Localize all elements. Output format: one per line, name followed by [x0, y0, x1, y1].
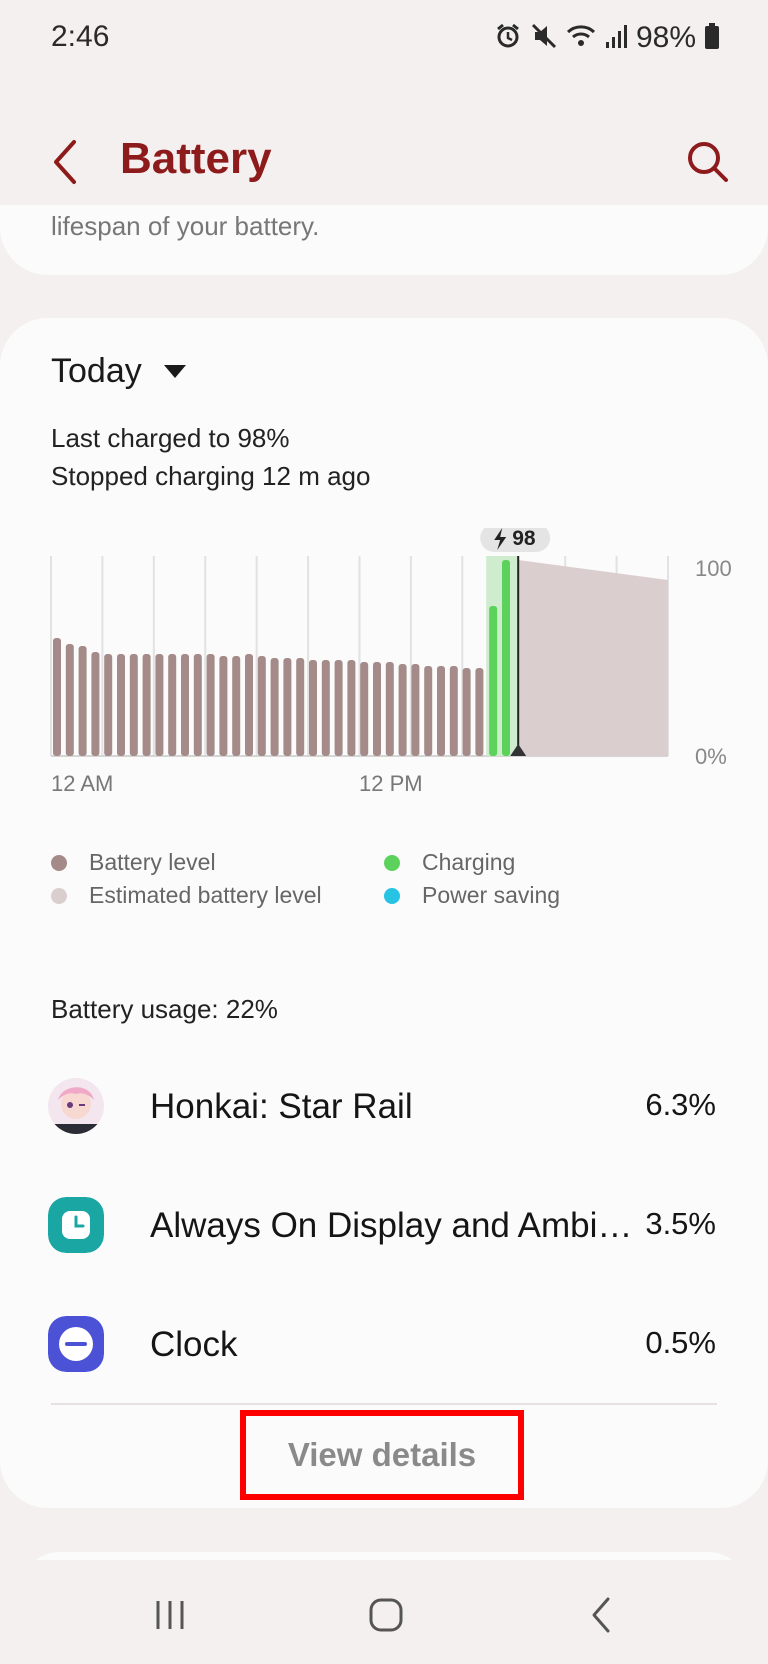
- battery-level-bar: [283, 658, 292, 756]
- recents-icon[interactable]: [140, 1590, 200, 1640]
- clock-icon: [48, 1316, 104, 1372]
- back-icon[interactable]: [572, 1590, 632, 1640]
- battery-level-bar: [347, 660, 356, 756]
- battery-level-bar: [91, 652, 100, 756]
- view-details-button[interactable]: View details: [240, 1410, 524, 1500]
- battery-level-bar: [53, 638, 61, 756]
- page-title: Battery: [120, 134, 272, 183]
- legend-label: Estimated battery level: [89, 882, 322, 908]
- period-dropdown[interactable]: Today: [51, 352, 186, 391]
- battery-level-bar: [155, 654, 164, 756]
- battery-level-bar: [129, 654, 138, 756]
- battery-level-bar: [424, 666, 433, 756]
- wifi-icon: [566, 22, 596, 55]
- battery-level-bar: [437, 666, 445, 756]
- battery-level-bar: [193, 654, 202, 756]
- period-label: Today: [51, 352, 142, 390]
- legend-left: Battery level Estimated battery level: [51, 846, 322, 912]
- battery-level-bar: [334, 660, 343, 756]
- mute-icon: [530, 22, 558, 55]
- battery-level-bar: [462, 668, 471, 756]
- status-time: 2:46: [51, 20, 110, 53]
- legend-dot-estimated: [51, 887, 67, 904]
- battery-level-bar: [104, 654, 113, 756]
- battery-icon: [704, 22, 720, 55]
- battery-level-bar: [206, 654, 215, 756]
- honkai-star-rail-icon: [48, 1078, 104, 1134]
- x-axis-mid-label: 12 PM: [359, 771, 423, 796]
- status-bar: 2:46 98%: [0, 0, 768, 80]
- legend-item-power-saving: Power saving: [384, 879, 560, 912]
- battery-level-bar: [270, 658, 279, 756]
- app-name: Clock: [150, 1325, 238, 1364]
- search-icon[interactable]: [684, 138, 732, 186]
- legend-label: Charging: [422, 849, 516, 875]
- app-percent: 6.3%: [645, 1087, 716, 1122]
- legend-right: Charging Power saving: [384, 846, 560, 912]
- estimated-battery-area: [518, 560, 668, 756]
- battery-level-bar: [475, 668, 484, 756]
- charge-badge-value: 98: [512, 528, 536, 550]
- battery-level-bar: [321, 660, 330, 756]
- battery-level-bar: [398, 664, 407, 756]
- battery-level-bar: [411, 664, 420, 756]
- legend-dot-battery-level: [51, 854, 67, 871]
- legend-dot-power-saving: [384, 887, 400, 904]
- last-charged-text: Last charged to 98%: [51, 423, 290, 453]
- battery-level-bar: [449, 666, 458, 756]
- alarm-icon: [494, 22, 522, 55]
- battery-usage-title: Battery usage: 22%: [51, 994, 278, 1024]
- battery-level-bar: [117, 654, 125, 756]
- y-axis-max-label: 100: [695, 556, 732, 581]
- charging-bar: [502, 560, 510, 756]
- x-axis-start-label: 12 AM: [51, 771, 113, 796]
- app-name: Always On Display and Ambient mode: [150, 1206, 642, 1245]
- app-name: Honkai: Star Rail: [150, 1087, 413, 1126]
- signal-icon: [604, 22, 628, 55]
- battery-level-bar: [245, 654, 253, 756]
- battery-level-bar: [142, 654, 151, 756]
- back-chevron-icon[interactable]: [46, 136, 86, 188]
- chevron-down-icon: [163, 365, 186, 378]
- battery-level-bar: [181, 654, 189, 756]
- card-partial-text: lifespan of your battery.: [51, 211, 320, 241]
- legend-label: Power saving: [422, 882, 561, 908]
- battery-level-bar: [219, 656, 228, 756]
- divider: [51, 1403, 717, 1405]
- battery-usage-card: Today Last charged to 98% Stopped chargi…: [0, 318, 768, 1508]
- battery-level-bar: [78, 646, 87, 756]
- charging-bar: [489, 606, 498, 756]
- app-header: Battery: [0, 100, 768, 220]
- battery-level-bar: [65, 644, 74, 756]
- y-axis-min-label: 0%: [695, 744, 727, 769]
- battery-level-bar: [232, 656, 241, 756]
- navigation-bar: [0, 1560, 768, 1664]
- legend-label: Battery level: [89, 849, 216, 875]
- charge-badge: 98: [480, 528, 551, 552]
- battery-chart: 98 100 0% 12 AM 12 PM: [50, 528, 732, 796]
- battery-protection-card[interactable]: lifespan of your battery.: [0, 205, 768, 275]
- battery-level-bar: [257, 656, 266, 756]
- battery-level-bar: [373, 662, 381, 756]
- legend-dot-charging: [384, 854, 400, 871]
- app-row-always-on-display[interactable]: Always On Display and Ambient mode 3.5%: [0, 1171, 768, 1281]
- battery-level-bar: [385, 662, 394, 756]
- status-icons: 98%: [494, 18, 720, 58]
- legend-item-charging: Charging: [384, 846, 560, 879]
- stopped-charging-text: Stopped charging 12 m ago: [51, 461, 371, 491]
- app-percent: 3.5%: [645, 1206, 716, 1241]
- battery-level-bar: [168, 654, 177, 756]
- app-row-honkai[interactable]: Honkai: Star Rail 6.3%: [0, 1052, 768, 1162]
- legend-item-battery-level: Battery level: [51, 846, 322, 879]
- battery-level-bar: [360, 662, 369, 756]
- home-icon[interactable]: [356, 1590, 416, 1640]
- app-percent: 0.5%: [645, 1325, 716, 1360]
- always-on-display-icon: [48, 1197, 104, 1253]
- battery-percent: 98%: [635, 21, 696, 54]
- battery-level-bar: [309, 660, 317, 756]
- battery-level-bar: [296, 658, 305, 756]
- app-row-clock[interactable]: Clock 0.5%: [0, 1290, 768, 1400]
- legend-item-estimated: Estimated battery level: [51, 879, 322, 912]
